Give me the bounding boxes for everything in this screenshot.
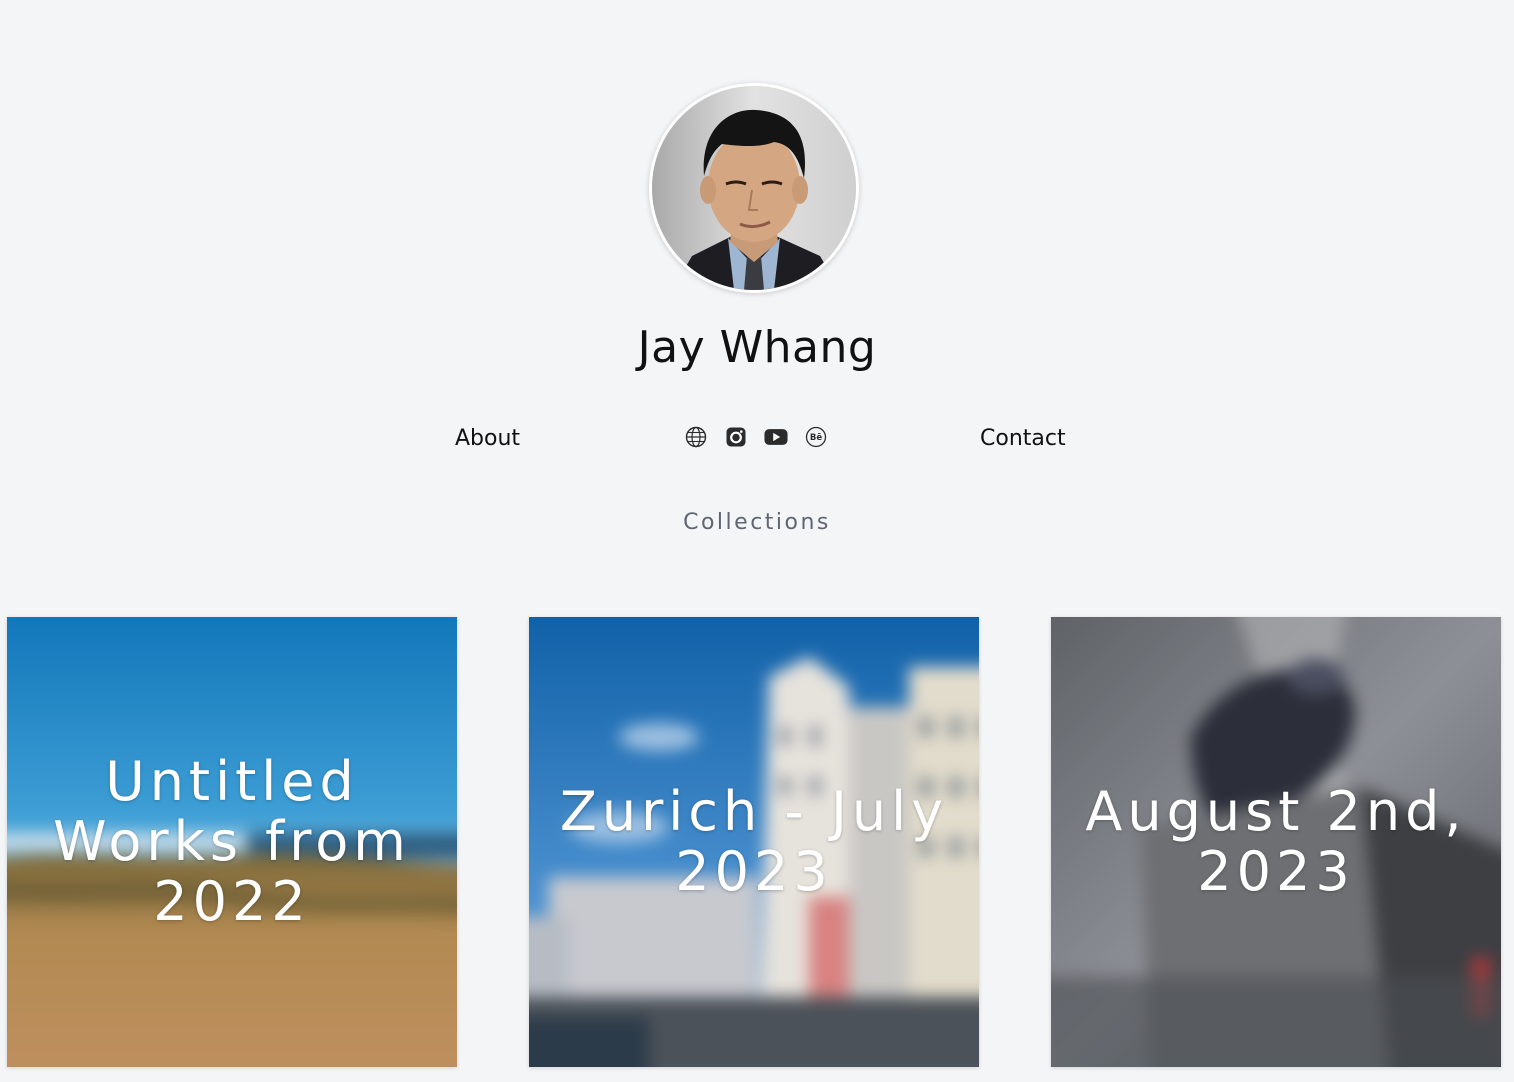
collection-card-title: Untitled Works from 2022: [53, 750, 411, 933]
behance-glyph: Bē: [810, 433, 822, 443]
profile-name: Jay Whang: [637, 322, 877, 373]
nav-contact-link[interactable]: Contact: [980, 424, 1066, 454]
instagram-icon[interactable]: [724, 425, 748, 449]
collection-card-title: August 2nd, 2023: [1085, 780, 1467, 903]
collection-card[interactable]: Untitled Works from 2022: [7, 617, 457, 1067]
collection-card[interactable]: August 2nd, 2023: [1051, 617, 1501, 1067]
avatar[interactable]: [649, 83, 859, 293]
behance-icon[interactable]: Bē: [804, 425, 828, 449]
avatar-portrait-image: [652, 86, 856, 290]
collection-card[interactable]: Zurich - July 2023: [529, 617, 979, 1067]
nav-about-link[interactable]: About: [455, 424, 520, 454]
collection-card-title: Zurich - July 2023: [559, 780, 949, 903]
social-links: Bē: [684, 425, 828, 449]
collections-heading: Collections: [683, 510, 831, 535]
youtube-icon[interactable]: [764, 425, 788, 449]
portfolio-page: Jay Whang About Bē Contact Collections U…: [0, 0, 1514, 1082]
globe-icon[interactable]: [684, 425, 708, 449]
